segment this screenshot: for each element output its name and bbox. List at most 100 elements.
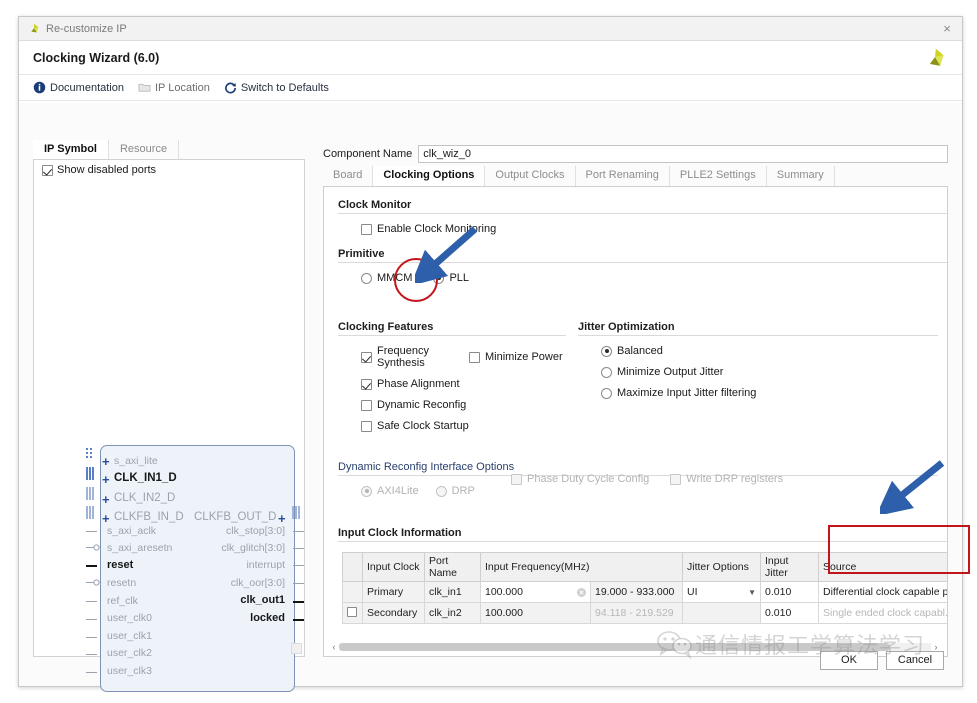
scrollbar-corner[interactable] (291, 643, 302, 654)
port-stub (293, 548, 304, 549)
cell-source[interactable]: Differential clock capable pin ▼ (818, 581, 947, 603)
documentation-button[interactable]: Documentation (33, 81, 124, 94)
info-icon (33, 81, 46, 94)
expand-plus-icon[interactable]: + (102, 512, 110, 525)
drp-radio[interactable] (435, 485, 447, 497)
component-name-label: Component Name (323, 148, 413, 160)
jitter-minimize-output-row[interactable]: Minimize Output Jitter (596, 366, 938, 378)
table-row[interactable]: Secondary clk_in2 100.000 94.118 - 219.5… (342, 602, 947, 624)
scrollbar-thumb[interactable] (339, 642, 890, 651)
primitive-pll-radio[interactable] (433, 272, 445, 284)
close-icon[interactable]: × (938, 20, 956, 38)
phase-duty-cycle-config-row[interactable]: Phase Duty Cycle Config (506, 473, 649, 485)
drp-label: DRP (451, 485, 475, 497)
footer-buttons: OK Cancel (820, 651, 944, 670)
phase-duty-cycle-config-checkbox[interactable] (511, 473, 522, 485)
minimize-power-row[interactable]: Minimize Power (464, 345, 563, 369)
tab-resource[interactable]: Resource (109, 140, 180, 159)
enable-clock-monitoring-checkbox[interactable] (361, 223, 372, 235)
secondary-clock-checkbox[interactable] (347, 606, 357, 617)
tab-port-renaming[interactable]: Port Renaming (576, 166, 670, 186)
tab-board[interactable]: Board (323, 166, 374, 186)
phase-duty-cycle-config-label: Phase Duty Cycle Config (527, 473, 650, 485)
input-frequency-value: 100.000 (485, 586, 523, 598)
cell-input-frequency[interactable]: 100.000 (480, 602, 591, 624)
jitter-minimize-output-radio[interactable] (601, 366, 612, 378)
cell-source[interactable]: Single ended clock capabl... ▼ (818, 602, 947, 624)
component-name-row: Component Name (323, 145, 948, 163)
port-label: user_clk2 (107, 647, 152, 659)
drp-row[interactable]: DRP (431, 485, 475, 497)
col-input-jitter[interactable]: Input Jitter (760, 552, 820, 582)
axi4lite-radio[interactable] (361, 485, 372, 497)
write-drp-registers-checkbox[interactable] (670, 473, 682, 485)
component-name-input[interactable] (418, 145, 948, 163)
port-stub (86, 672, 97, 673)
clocking-features-section: Clocking Features Frequency Synthesis Mi… (338, 321, 566, 432)
port-label: CLK_IN1_D (114, 472, 177, 484)
axi4lite-row[interactable]: AXI4Lite (356, 485, 419, 497)
dynamic-reconfig-checkbox[interactable] (361, 399, 372, 411)
tab-summary[interactable]: Summary (767, 166, 835, 186)
tab-plle2-settings[interactable]: PLLE2 Settings (670, 166, 767, 186)
cell-jitter-options[interactable]: UI ▼ (682, 581, 762, 603)
port-stub (86, 619, 97, 620)
switch-to-defaults-button[interactable]: Switch to Defaults (224, 81, 329, 94)
dynamic-reconfig-row[interactable]: Dynamic Reconfig (356, 399, 566, 411)
table-row[interactable]: Primary clk_in1 100.000 19.000 - 933.000 (342, 581, 947, 603)
cell-input-jitter[interactable]: 0.010 (760, 581, 820, 603)
title-bar: Re-customize IP × (19, 17, 962, 41)
ip-location-button[interactable]: IP Location (138, 81, 210, 94)
minimize-power-label: Minimize Power (485, 351, 563, 363)
row-checkbox-cell (342, 581, 363, 603)
expand-plus-icon[interactable]: + (102, 493, 110, 506)
tab-output-clocks[interactable]: Output Clocks (485, 166, 576, 186)
col-port-name[interactable]: Port Name (424, 552, 481, 582)
row-checkbox-cell[interactable] (342, 602, 363, 624)
col-jitter-options[interactable]: Jitter Options (682, 552, 762, 582)
write-drp-registers-row[interactable]: Write DRP registers (665, 473, 783, 485)
ok-button[interactable]: OK (820, 651, 878, 670)
ip-location-label: IP Location (155, 81, 210, 94)
tab-clocking-options[interactable]: Clocking Options (373, 166, 486, 186)
port-label: CLKFB_OUT_D (194, 511, 277, 523)
phase-alignment-row[interactable]: Phase Alignment (356, 378, 566, 390)
phase-alignment-checkbox[interactable] (361, 378, 372, 390)
cell-jitter-options[interactable] (682, 602, 762, 624)
cell-input-jitter[interactable]: 0.010 (760, 602, 820, 624)
jitter-balanced-radio[interactable] (601, 345, 612, 357)
primitive-mmcm-radio[interactable] (361, 272, 372, 284)
jitter-optimization-section: Jitter Optimization Balanced Minimize Ou… (578, 321, 938, 399)
phase-alignment-label: Phase Alignment (377, 378, 460, 390)
frequency-synthesis-row[interactable]: Frequency Synthesis (356, 345, 464, 369)
enable-clock-monitoring-label: Enable Clock Monitoring (377, 223, 497, 235)
scroll-right-icon[interactable]: › (931, 642, 941, 652)
jitter-balanced-row[interactable]: Balanced (596, 345, 938, 357)
cancel-button[interactable]: Cancel (886, 651, 944, 670)
scroll-left-icon[interactable]: ‹ (329, 642, 339, 652)
bus-connector-icon (86, 467, 94, 480)
scrollbar-track[interactable] (339, 642, 931, 651)
expand-plus-icon[interactable]: + (102, 455, 110, 468)
expand-plus-icon[interactable]: + (102, 473, 110, 486)
col-input-frequency[interactable]: Input Frequency(MHz) (479, 552, 684, 582)
switch-to-defaults-label: Switch to Defaults (240, 81, 329, 94)
port-label: locked (250, 612, 285, 624)
safe-clock-startup-checkbox[interactable] (361, 420, 372, 432)
jitter-maximize-input-radio[interactable] (601, 387, 612, 399)
col-input-clock[interactable]: Input Clock (362, 552, 425, 582)
minimize-power-checkbox[interactable] (469, 351, 480, 363)
primitive-mmcm-row[interactable]: MMCM (356, 272, 412, 284)
expand-plus-icon[interactable]: + (278, 512, 286, 525)
tab-ip-symbol[interactable]: IP Symbol (33, 140, 109, 159)
frequency-synthesis-checkbox[interactable] (361, 351, 372, 363)
col-source[interactable]: Source (818, 552, 947, 582)
ip-symbol-panel: Show disabled ports + s_axi_lite + CLK_I… (33, 160, 305, 692)
clear-icon[interactable] (577, 587, 586, 597)
primitive-pll-row[interactable]: PLL (428, 272, 469, 284)
jitter-maximize-input-row[interactable]: Maximize Input Jitter filtering (596, 387, 938, 399)
chevron-down-icon[interactable]: ▼ (748, 588, 756, 597)
safe-clock-startup-row[interactable]: Safe Clock Startup (356, 420, 566, 432)
enable-clock-monitoring-row[interactable]: Enable Clock Monitoring (356, 223, 947, 235)
cell-input-frequency[interactable]: 100.000 (480, 581, 591, 603)
